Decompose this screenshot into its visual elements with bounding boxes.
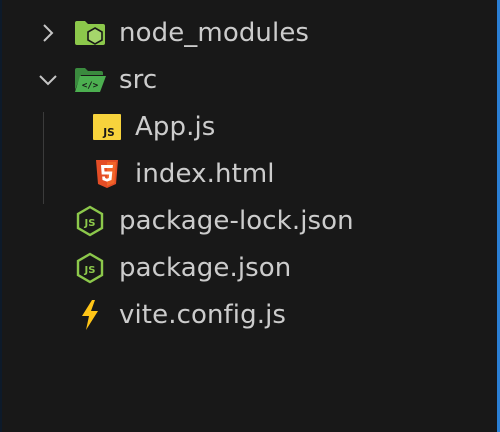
svg-text:JS: JS [84, 218, 96, 229]
tree-item-index-html[interactable]: index.html [0, 151, 496, 198]
svg-text:</>: </> [82, 81, 99, 91]
tree-item-label: package.json [119, 253, 292, 283]
indent-guide [43, 112, 44, 204]
tree-item-package-lock-json[interactable]: JS package-lock.json [0, 198, 496, 245]
vite-lightning-icon [82, 300, 98, 330]
tree-item-package-json[interactable]: JS package.json [0, 245, 496, 292]
nodejs-json-file-icon: JS [76, 205, 104, 237]
tree-item-label: package-lock.json [119, 206, 354, 236]
tree-item-label: src [119, 65, 158, 95]
tree-item-label: node_modules [119, 18, 310, 48]
chevron-down-icon[interactable] [36, 68, 60, 92]
svg-text:JS: JS [84, 265, 96, 276]
nodejs-json-file-icon: JS [76, 252, 104, 284]
file-explorer: node_modules </> src JS App.js index.htm… [0, 0, 500, 432]
js-badge-text: JS [102, 127, 114, 139]
tree-item-vite-config-js[interactable]: vite.config.js [0, 292, 496, 339]
nodejs-folder-icon [75, 21, 105, 45]
src-folder-open-icon: </> [75, 68, 106, 92]
file-tree: node_modules </> src JS App.js index.htm… [0, 10, 496, 339]
tree-item-label: App.js [135, 112, 216, 142]
javascript-file-icon: JS [93, 114, 121, 140]
tree-item-app-js[interactable]: JS App.js [0, 104, 496, 151]
tree-item-node-modules[interactable]: node_modules [0, 10, 496, 57]
tree-item-label: index.html [135, 159, 275, 189]
tree-item-label: vite.config.js [119, 300, 287, 330]
tree-item-src[interactable]: </> src [0, 57, 496, 104]
html5-file-icon [96, 160, 118, 188]
chevron-right-icon[interactable] [36, 21, 60, 45]
